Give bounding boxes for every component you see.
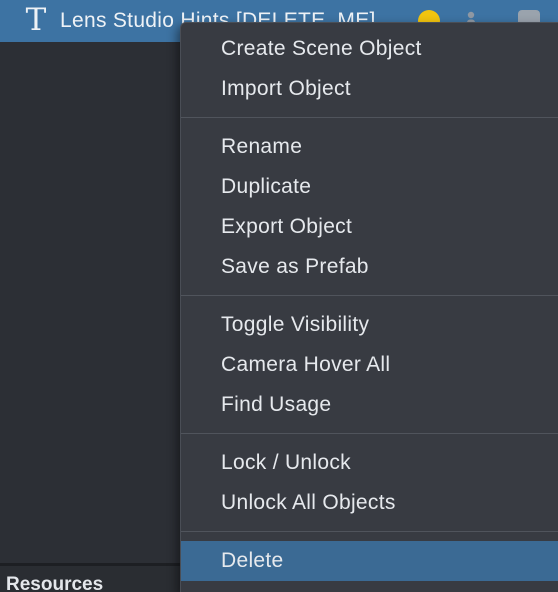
context-menu: Create Scene Object Import Object Rename… [180,22,558,592]
menu-item-label: Create Scene Object [221,37,422,60]
menu-item-camera-hover-all[interactable]: Camera Hover All [181,345,558,385]
menu-item-duplicate[interactable]: Duplicate [181,167,558,207]
menu-item-label: Delete [221,549,284,572]
menu-item-label: Duplicate [221,175,312,198]
menu-item-label: Export Object [221,215,353,238]
menu-item-save-as-prefab[interactable]: Save as Prefab [181,247,558,287]
menu-item-label: Find Usage [221,393,332,416]
menu-item-unlock-all-objects[interactable]: Unlock All Objects [181,483,558,523]
menu-separator [181,531,558,532]
text-object-icon: T [25,2,47,38]
menu-item-label: Save as Prefab [221,255,369,278]
menu-item-delete[interactable]: Delete [181,541,558,581]
menu-item-label: Toggle Visibility [221,313,370,336]
menu-item-label: Rename [221,135,303,158]
menu-separator [181,433,558,434]
menu-item-create-scene-object[interactable]: Create Scene Object [181,29,558,69]
menu-item-lock-unlock[interactable]: Lock / Unlock [181,443,558,483]
menu-item-label: Import Object [221,77,351,100]
menu-separator [181,117,558,118]
menu-item-find-usage[interactable]: Find Usage [181,385,558,425]
menu-item-rename[interactable]: Rename [181,127,558,167]
menu-item-toggle-visibility[interactable]: Toggle Visibility [181,305,558,345]
resources-panel-title: Resources [6,574,104,592]
menu-item-label: Unlock All Objects [221,491,396,514]
app-window: T Lens Studio Hints [DELETE_ME] Resource… [0,0,558,592]
menu-item-label: Lock / Unlock [221,451,351,474]
menu-item-import-object[interactable]: Import Object [181,69,558,109]
menu-item-label: Camera Hover All [221,353,391,376]
menu-item-export-object[interactable]: Export Object [181,207,558,247]
menu-separator [181,295,558,296]
